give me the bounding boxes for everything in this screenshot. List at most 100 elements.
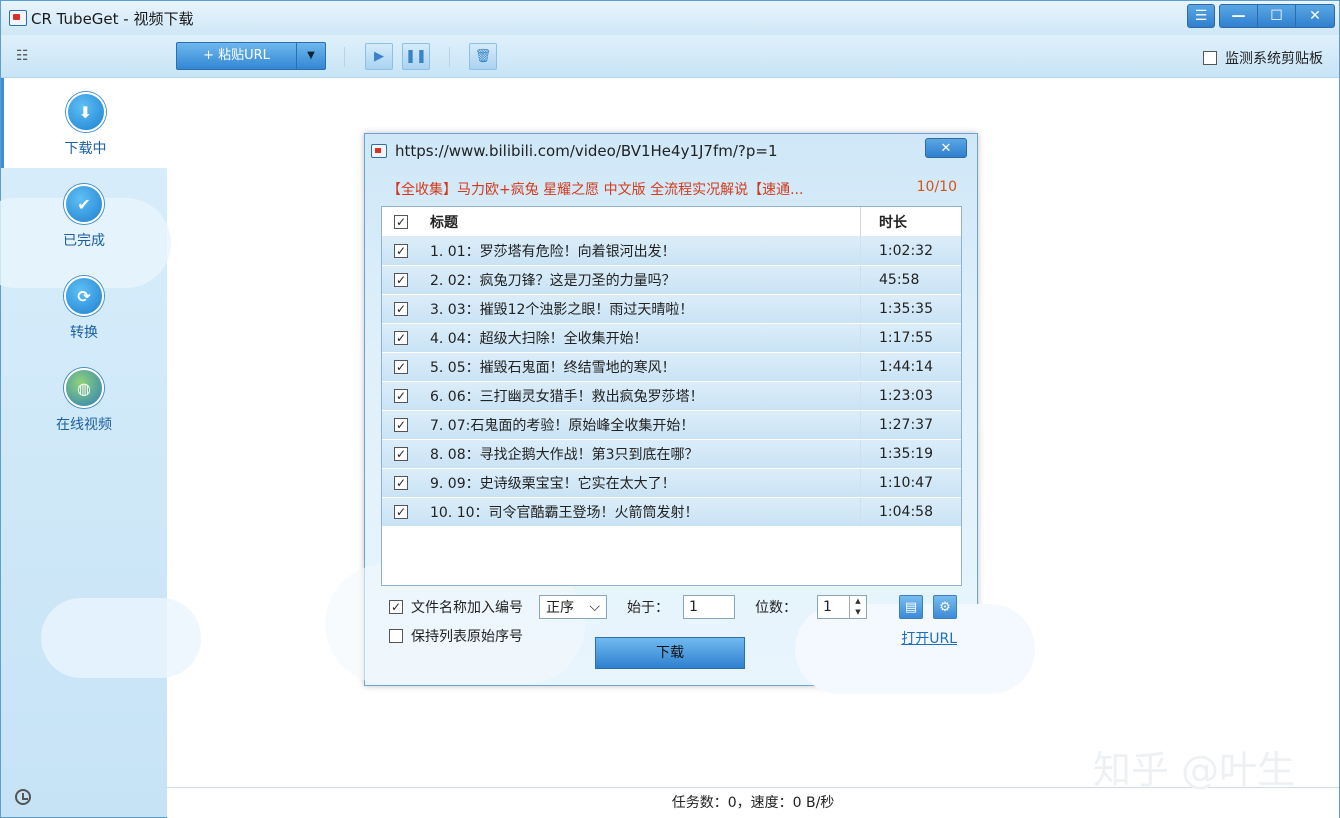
row-duration: 1:35:19: [860, 440, 960, 468]
row-title: 2. 02：疯兔刀锋？这是刀圣的力量吗？: [430, 273, 676, 289]
sidebar-item-convert[interactable]: ⟳ 转换: [1, 262, 167, 352]
row-checkbox[interactable]: ✓: [394, 273, 408, 287]
digits-spinner[interactable]: ▲ ▼: [849, 596, 866, 618]
sidebar-item-label: 在线视频: [56, 417, 112, 433]
sidebar-item-downloading[interactable]: ⬇ 下载中: [1, 78, 167, 168]
clock-icon[interactable]: [15, 789, 31, 805]
app-logo-icon: [371, 144, 387, 158]
row-title: 10. 10：司令官酷霸王登场！火箭筒发射！: [430, 505, 699, 521]
pause-button[interactable]: ❚❚: [402, 43, 430, 70]
minimize-button[interactable]: —: [1219, 4, 1257, 28]
dialog-title-bar: https://www.bilibili.com/video/BV1He4y1J…: [365, 134, 977, 168]
window-title: CR TubeGet - 视频下载: [31, 10, 194, 28]
paste-url-dropdown-icon[interactable]: ▼: [297, 43, 325, 69]
trash-icon: 🗑: [474, 49, 492, 64]
list-header: ✓ 标题 时长: [382, 207, 961, 237]
row-title: 3. 03：摧毁12个浊影之眼！雨过天晴啦！: [430, 302, 694, 318]
sidebar-item-completed[interactable]: ✔ 已完成: [1, 170, 167, 260]
list-item[interactable]: ✓ 3. 03：摧毁12个浊影之眼！雨过天晴啦！ 1:35:35: [382, 295, 961, 324]
row-checkbox[interactable]: ✓: [394, 302, 408, 316]
start-button[interactable]: ▶: [365, 43, 393, 70]
select-all-checkbox[interactable]: ✓: [394, 214, 408, 229]
row-checkbox[interactable]: ✓: [394, 447, 408, 461]
menu-button[interactable]: ☰: [1187, 4, 1215, 28]
row-checkbox[interactable]: ✓: [394, 476, 408, 490]
sidebar-cloud-decoration: [41, 598, 201, 678]
list-item[interactable]: ✓ 1. 01：罗莎塔有危险！向着银河出发！ 1:02:32: [382, 237, 961, 266]
copy-list-button[interactable]: ▤: [899, 595, 923, 619]
row-duration: 1:04:58: [860, 498, 960, 526]
row-checkbox[interactable]: ✓: [394, 331, 408, 345]
settings-button[interactable]: ⚙: [933, 595, 957, 619]
check-icon: ✔: [64, 184, 104, 224]
row-duration: 1:02:32: [860, 237, 960, 265]
order-select-value: 正序: [546, 600, 574, 616]
row-checkbox[interactable]: ✓: [394, 418, 408, 432]
add-number-checkbox[interactable]: ✓: [389, 600, 403, 614]
list-item[interactable]: ✓ 7. 07:石鬼面的考验！原始峰全收集开始！ 1:27:37: [382, 411, 961, 440]
list-item[interactable]: ✓ 9. 09：史诗级栗宝宝！它实在太大了！ 1:10:47: [382, 469, 961, 498]
row-checkbox[interactable]: ✓: [394, 360, 408, 374]
row-title: 1. 01：罗莎塔有危险！向着银河出发！: [430, 244, 676, 260]
watermark: 知乎 @叶生: [1093, 748, 1296, 792]
episode-list[interactable]: ✓ 标题 时长 ✓ 1. 01：罗莎塔有危险！向着银河出发！ 1:02:32 ✓…: [381, 206, 962, 586]
sidebar-item-label: 转换: [70, 325, 98, 341]
maximize-button[interactable]: ☐: [1257, 4, 1295, 28]
row-title: 8. 08：寻找企鹅大作战！第3只到底在哪？: [430, 447, 699, 463]
list-item[interactable]: ✓ 8. 08：寻找企鹅大作战！第3只到底在哪？ 1:35:19: [382, 440, 961, 469]
pause-icon: ❚❚: [405, 49, 427, 64]
clipboard-icon: ▤: [904, 599, 918, 615]
dialog-url: https://www.bilibili.com/video/BV1He4y1J…: [395, 142, 778, 160]
sidebar-item-label: 下载中: [64, 141, 107, 157]
paste-url-label[interactable]: + 粘贴URL: [177, 43, 297, 69]
list-item[interactable]: ✓ 4. 04：超级大扫除！全收集开始！ 1:17:55: [382, 324, 961, 353]
row-title: 5. 05：摧毁石鬼面！终结雪地的寒风！: [430, 360, 676, 376]
row-title: 6. 06：三打幽灵女猎手！救出疯兔罗莎塔！: [430, 389, 704, 405]
row-checkbox[interactable]: ✓: [394, 505, 408, 519]
numbering-options: ✓ 文件名称加入编号 正序 ⌵ 始于： 1 位数： 1 ▲ ▼: [389, 594, 867, 620]
row-duration: 1:44:14: [860, 353, 960, 381]
spin-up-icon[interactable]: ▲: [850, 596, 866, 607]
digits-stepper[interactable]: 1 ▲ ▼: [817, 595, 867, 619]
keep-order-label: 保持列表原始序号: [411, 629, 523, 645]
column-header-duration[interactable]: 时长: [860, 207, 960, 236]
toolbar: ☷ + 粘贴URL ▼ ▶ ❚❚ 🗑 监测系统剪贴板: [1, 35, 1339, 78]
digits-label: 位数：: [755, 600, 797, 616]
monitor-clipboard-option[interactable]: 监测系统剪贴板: [1203, 48, 1323, 68]
row-duration: 45:58: [860, 266, 960, 294]
download-button[interactable]: 下载: [595, 637, 745, 669]
row-checkbox[interactable]: ✓: [394, 244, 408, 258]
list-item[interactable]: ✓ 10. 10：司令官酷霸王登场！火箭筒发射！ 1:04:58: [382, 498, 961, 527]
column-header-title[interactable]: 标题: [420, 212, 860, 232]
spin-down-icon[interactable]: ▼: [850, 607, 866, 618]
paste-url-button[interactable]: + 粘贴URL ▼: [176, 42, 326, 70]
keep-order-checkbox[interactable]: [389, 629, 403, 643]
row-duration: 1:35:35: [860, 295, 960, 323]
row-duration: 1:17:55: [860, 324, 960, 352]
close-button[interactable]: ✕: [1295, 4, 1335, 28]
list-item[interactable]: ✓ 5. 05：摧毁石鬼面！终结雪地的寒风！ 1:44:14: [382, 353, 961, 382]
sidebar-item-online-video[interactable]: ◍ 在线视频: [1, 354, 167, 444]
toolbar-divider: [344, 47, 345, 67]
video-list-dialog: https://www.bilibili.com/video/BV1He4y1J…: [325, 133, 1035, 694]
start-input[interactable]: 1: [683, 595, 735, 619]
play-icon: ▶: [374, 49, 384, 64]
selected-count: 10/10: [916, 179, 957, 195]
chevron-down-icon: ⌵: [589, 599, 600, 615]
row-checkbox[interactable]: ✓: [394, 389, 408, 403]
app-window: CR TubeGet - 视频下载 ☰ — ☐ ✕ ☷ + 粘贴URL ▼ ▶ …: [0, 0, 1340, 818]
order-select[interactable]: 正序 ⌵: [539, 595, 607, 619]
row-duration: 1:27:37: [860, 411, 960, 439]
open-url-link[interactable]: 打开URL: [901, 628, 957, 648]
list-item[interactable]: ✓ 6. 06：三打幽灵女猎手！救出疯兔罗莎塔！ 1:23:03: [382, 382, 961, 411]
list-menu-icon[interactable]: ☷: [16, 48, 32, 64]
dialog-close-button[interactable]: ✕: [925, 138, 967, 158]
monitor-clipboard-label: 监测系统剪贴板: [1225, 51, 1323, 67]
keep-order-option[interactable]: 保持列表原始序号: [389, 626, 523, 646]
window-controls: ☰ — ☐ ✕: [1187, 4, 1335, 28]
video-title: 【全收集】马力欧+疯兔 星耀之愿 中文版 全流程实况解说【速通...: [387, 182, 804, 198]
list-item[interactable]: ✓ 2. 02：疯兔刀锋？这是刀圣的力量吗？ 45:58: [382, 266, 961, 295]
download-icon: ⬇: [65, 92, 106, 132]
monitor-clipboard-checkbox[interactable]: [1203, 51, 1217, 65]
delete-button[interactable]: 🗑: [469, 43, 497, 70]
